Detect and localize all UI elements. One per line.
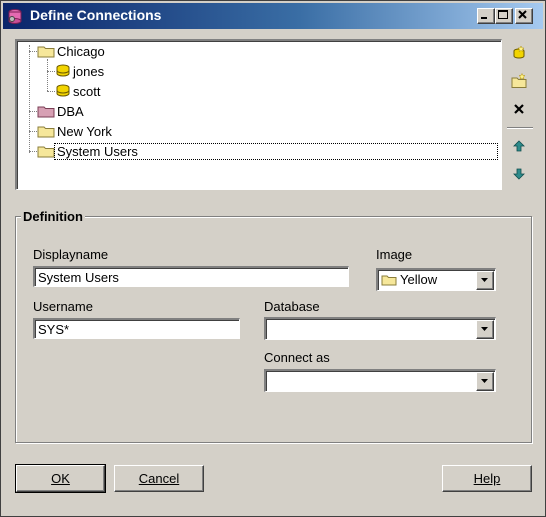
new-folder-button[interactable] [509, 71, 529, 91]
cancel-button[interactable]: Cancel [114, 465, 204, 492]
connect-as-label: Connect as [264, 350, 330, 365]
delete-button[interactable] [509, 99, 529, 119]
close-icon [518, 10, 527, 19]
tree-line [47, 59, 48, 91]
connect-as-select[interactable] [264, 369, 496, 392]
folder-icon [37, 46, 55, 58]
help-button[interactable]: Help [442, 465, 532, 492]
tree-node-system-users[interactable]: System Users [37, 142, 498, 160]
tree-line [29, 131, 37, 132]
maximize-icon [498, 10, 508, 19]
tree-node-label: New York [57, 123, 112, 139]
move-up-button[interactable] [509, 136, 529, 156]
new-connection-icon [513, 45, 525, 59]
folder-icon [37, 146, 55, 158]
tree-line [47, 71, 55, 72]
title-bar[interactable]: Define Connections [3, 3, 543, 29]
image-label: Image [376, 247, 413, 262]
image-select[interactable]: Yellow [376, 268, 496, 291]
image-dropdown-button[interactable] [476, 271, 494, 290]
tree-node-label: DBA [57, 103, 84, 119]
chevron-down-icon [481, 327, 488, 331]
database-icon [56, 84, 70, 97]
connect-as-dropdown-button[interactable] [476, 372, 494, 391]
username-label: Username [33, 299, 93, 314]
connections-tree[interactable]: Chicago jones scott DBA New York System … [15, 39, 502, 190]
folder-icon [37, 126, 55, 138]
folder-icon [37, 106, 55, 118]
database-icon [56, 64, 70, 77]
close-button[interactable] [515, 8, 533, 24]
tree-line [29, 111, 37, 112]
help-button-label: Help [473, 471, 501, 486]
new-folder-icon [511, 73, 527, 88]
tree-node-label: jones [73, 63, 105, 79]
delete-icon [514, 104, 524, 114]
tree-node-label: Chicago [57, 43, 105, 59]
cancel-button-label: Cancel [138, 471, 180, 486]
window-title: Define Connections [30, 7, 162, 23]
tree-node-jones[interactable]: jones [55, 62, 106, 80]
tree-node-label: scott [73, 83, 101, 99]
tree-line [47, 91, 55, 92]
tree-node-label: System Users [54, 142, 498, 160]
minimize-button[interactable] [477, 8, 495, 24]
database-select[interactable] [264, 317, 496, 340]
ok-button-label: OK [51, 471, 70, 486]
tree-node-chicago[interactable]: Chicago [37, 42, 107, 60]
displayname-field[interactable]: System Users [33, 266, 349, 287]
move-down-icon [513, 168, 525, 180]
tree-line [29, 151, 37, 152]
new-connection-button[interactable] [509, 43, 529, 63]
chevron-down-icon [481, 379, 488, 383]
app-icon [8, 9, 22, 24]
tree-line [29, 45, 30, 153]
minimize-icon [481, 17, 487, 19]
image-select-value: Yellow [381, 272, 437, 287]
folder-icon [381, 275, 397, 286]
image-select-text: Yellow [400, 272, 438, 287]
move-down-button[interactable] [509, 164, 529, 184]
definition-group-label: Definition [21, 209, 85, 224]
chevron-down-icon [481, 278, 488, 282]
username-field[interactable]: SYS* [33, 318, 240, 339]
define-connections-window: Define Connections Chicago jones scott D… [0, 0, 546, 517]
ok-button[interactable]: OK [15, 464, 106, 493]
tree-node-scott[interactable]: scott [55, 82, 102, 100]
move-up-icon [513, 140, 525, 152]
tree-line [29, 51, 37, 52]
database-dropdown-button[interactable] [476, 320, 494, 339]
tree-node-new-york[interactable]: New York [37, 122, 114, 140]
toolbar-separator [507, 127, 533, 129]
database-label: Database [264, 299, 320, 314]
maximize-button[interactable] [495, 8, 513, 24]
displayname-label: Displayname [33, 247, 109, 262]
tree-node-dba[interactable]: DBA [37, 102, 86, 120]
